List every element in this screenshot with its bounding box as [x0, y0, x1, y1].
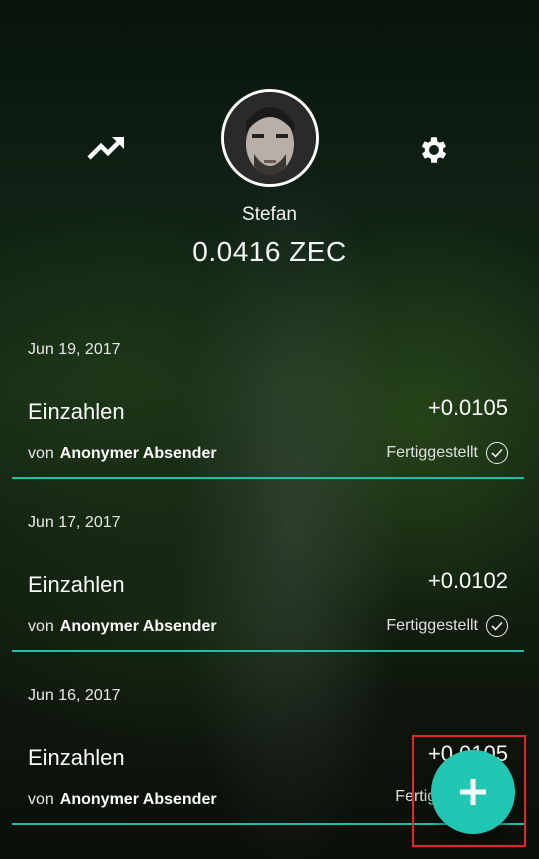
sender-prefix: von	[28, 445, 54, 462]
transaction-sender: von Anonymer Absender	[28, 791, 217, 809]
transaction-amount: +0.0102	[427, 568, 508, 593]
transaction-amount: +0.0105	[427, 395, 508, 420]
add-transaction-button[interactable]	[431, 750, 515, 834]
transaction-date: Jun 19, 2017	[28, 341, 121, 358]
username: Stefan	[242, 204, 297, 225]
transaction-type: Einzahlen	[28, 572, 125, 597]
balance: 0.0416 ZEC	[192, 236, 347, 267]
sender-prefix: von	[28, 618, 54, 635]
transaction-sender: von Anonymer Absender	[28, 445, 217, 463]
transaction-type: Einzahlen	[28, 745, 125, 770]
transaction-type: Einzahlen	[28, 399, 125, 424]
profile-header: Stefan 0.0416 ZEC	[0, 0, 539, 290]
transaction-date: Jun 17, 2017	[28, 514, 121, 531]
check-circle-icon	[486, 442, 508, 464]
avatar-portrait-icon	[224, 92, 316, 184]
divider	[12, 477, 524, 479]
avatar[interactable]	[221, 89, 319, 187]
sender-prefix: von	[28, 791, 54, 808]
transaction-status: Fertiggestellt	[386, 615, 508, 637]
status-label: Fertiggestellt	[386, 444, 478, 461]
gear-icon[interactable]	[410, 126, 458, 174]
transaction-item[interactable]: Jun 19, 2017 Einzahlen +0.0105 von Anonym…	[12, 341, 524, 513]
transaction-sender: von Anonymer Absender	[28, 618, 217, 636]
transaction-item[interactable]: Jun 17, 2017 Einzahlen +0.0102 von Anonym…	[12, 514, 524, 686]
transaction-status: Fertiggestellt	[386, 442, 508, 464]
transaction-date: Jun 16, 2017	[28, 687, 121, 704]
divider	[12, 650, 524, 652]
sender-name: Anonymer Absender	[59, 445, 217, 462]
status-label: Fertiggestellt	[386, 617, 478, 634]
check-circle-icon	[486, 615, 508, 637]
sender-name: Anonymer Absender	[59, 791, 217, 808]
trending-up-icon[interactable]	[82, 124, 130, 172]
sender-name: Anonymer Absender	[59, 618, 217, 635]
plus-icon	[460, 779, 486, 805]
